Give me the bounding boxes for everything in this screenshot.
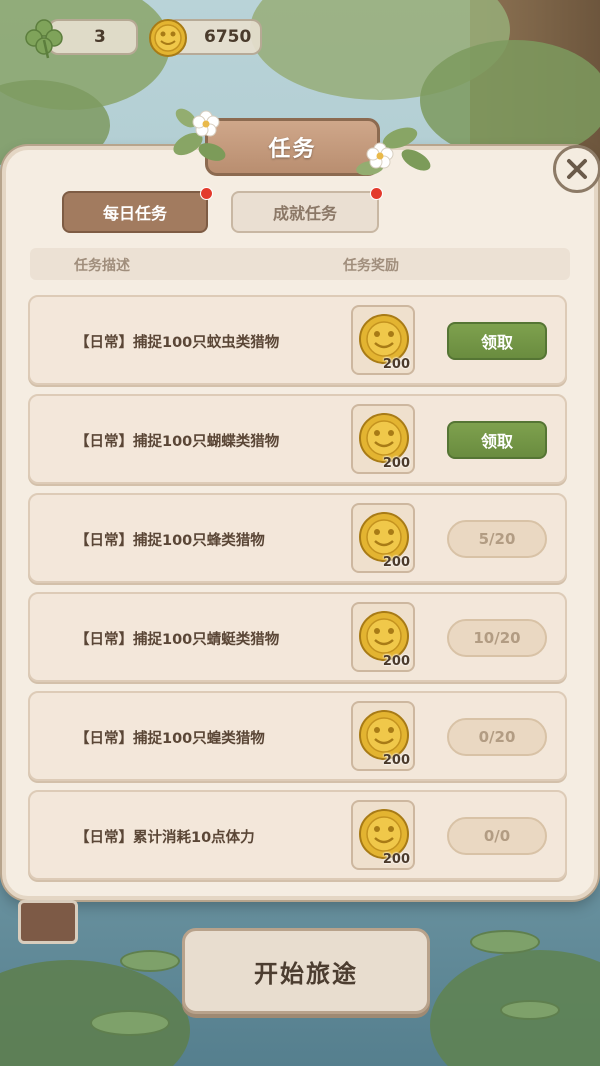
reward-amount: 200 bbox=[382, 357, 410, 372]
close-icon bbox=[567, 159, 587, 179]
close-button[interactable] bbox=[553, 145, 600, 193]
notification-dot bbox=[200, 187, 213, 200]
column-reward: 任务奖励 bbox=[343, 258, 399, 274]
task-description: 【日常】捕捉100只蚊虫类猎物 bbox=[75, 335, 280, 351]
reward-amount: 200 bbox=[382, 852, 410, 867]
start-journey-label: 开始旅途 bbox=[254, 959, 358, 988]
task-description: 【日常】累计消耗10点体力 bbox=[75, 830, 255, 846]
claim-button[interactable]: 领取 bbox=[447, 322, 547, 360]
tab-daily-label: 每日任务 bbox=[102, 204, 167, 223]
task-row: 【日常】累计消耗10点体力 200 0/0 bbox=[28, 790, 567, 880]
frog-coin-icon bbox=[149, 19, 187, 57]
reward-amount: 200 bbox=[382, 555, 410, 570]
task-row: 【日常】捕捉100只蜂类猎物 200 5/20 bbox=[28, 493, 567, 583]
reward-amount: 200 bbox=[382, 654, 410, 669]
tab-achievement-label: 成就任务 bbox=[272, 204, 337, 223]
task-progress: 5/20 bbox=[447, 520, 547, 558]
task-progress: 0/20 bbox=[447, 718, 547, 756]
tab-daily-tasks[interactable]: 每日任务 bbox=[62, 191, 208, 233]
task-progress: 0/0 bbox=[447, 817, 547, 855]
reward-slot: 200 bbox=[351, 503, 415, 573]
reward-slot: 200 bbox=[351, 800, 415, 870]
lily-pad bbox=[470, 930, 540, 954]
task-row: 【日常】捕捉100只蚊虫类猎物 200 领取 bbox=[28, 295, 567, 385]
lily-pad bbox=[120, 950, 180, 972]
claim-button[interactable]: 领取 bbox=[447, 421, 547, 459]
task-description: 【日常】捕捉100只蜂类猎物 bbox=[75, 533, 265, 549]
task-row: 【日常】捕捉100只蝴蝶类猎物 200 领取 bbox=[28, 394, 567, 484]
panel-title: 任务 bbox=[268, 137, 317, 162]
lily-pad bbox=[500, 1000, 560, 1020]
lily-pad bbox=[90, 1010, 170, 1036]
task-description: 【日常】捕捉100只蝴蝶类猎物 bbox=[75, 434, 280, 450]
clover-count: 3 bbox=[94, 27, 106, 47]
task-description: 【日常】捕捉100只蜻蜓类猎物 bbox=[75, 632, 280, 648]
reward-slot: 200 bbox=[351, 701, 415, 771]
task-row: 【日常】捕捉100只蜻蜓类猎物 200 10/20 bbox=[28, 592, 567, 682]
task-table-header: 任务描述 任务奖励 bbox=[30, 248, 570, 280]
notification-dot bbox=[370, 187, 383, 200]
reward-slot: 200 bbox=[351, 305, 415, 375]
task-description: 【日常】捕捉100只蝗类猎物 bbox=[75, 731, 265, 747]
coin-count: 6750 bbox=[204, 27, 252, 47]
reward-amount: 200 bbox=[382, 456, 410, 471]
column-description: 任务描述 bbox=[74, 258, 130, 274]
task-progress: 10/20 bbox=[447, 619, 547, 657]
start-journey-button[interactable]: 开始旅途 bbox=[182, 928, 430, 1014]
flower-icon bbox=[356, 127, 431, 176]
reward-slot: 200 bbox=[351, 404, 415, 474]
reward-amount: 200 bbox=[382, 753, 410, 768]
tab-achievement-tasks[interactable]: 成就任务 bbox=[231, 191, 379, 233]
clover-icon bbox=[25, 19, 63, 59]
foliage bbox=[420, 40, 600, 160]
task-row: 【日常】捕捉100只蝗类猎物 200 0/20 bbox=[28, 691, 567, 781]
flower-icon bbox=[173, 108, 226, 161]
book-icon[interactable] bbox=[18, 900, 78, 944]
reward-slot: 200 bbox=[351, 602, 415, 672]
